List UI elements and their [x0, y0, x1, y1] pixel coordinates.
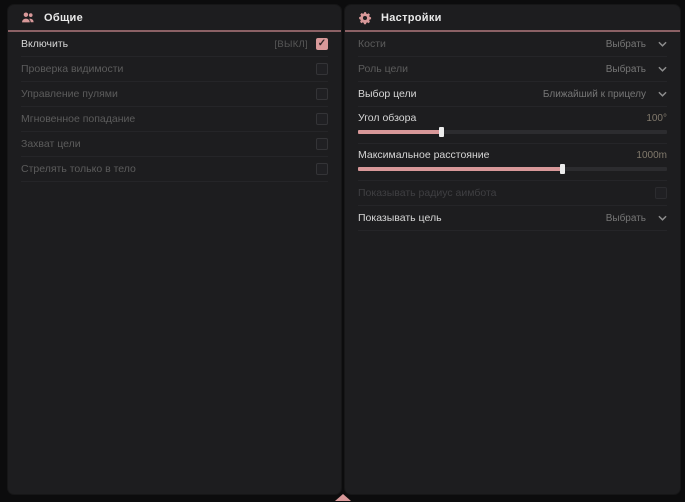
row-enable[interactable]: Включить [ВЫКЛ] ✓	[21, 32, 328, 57]
fov-label: Угол обзора	[358, 112, 416, 124]
bones-dropdown[interactable]: Выбрать	[606, 39, 667, 50]
target-selection-dropdown-value: Ближайший к прицелу	[543, 89, 646, 100]
enable-checkbox[interactable]: ✓	[316, 38, 328, 50]
max-distance-slider[interactable]	[358, 167, 667, 171]
row-enable-label: Включить	[21, 38, 68, 50]
panel-settings: Настройки Кости Выбрать Роль цели Выбрат…	[345, 5, 680, 494]
row-body-only-label: Стрелять только в тело	[21, 163, 136, 175]
chevron-down-icon	[658, 41, 667, 47]
row-target-role-label: Роль цели	[358, 63, 408, 75]
chevron-down-icon	[658, 215, 667, 221]
fov-slider-thumb[interactable]	[439, 127, 444, 137]
fov-slider-fill	[358, 130, 441, 134]
row-instant-hit-label: Мгновенное попадание	[21, 113, 135, 125]
body-only-checkbox[interactable]	[316, 163, 328, 175]
fov-slider-section: Угол обзора 100°	[358, 107, 667, 144]
row-show-radius-label: Показывать радиус аимбота	[358, 187, 497, 199]
target-lock-checkbox[interactable]	[316, 138, 328, 150]
keybind-hint: [ВЫКЛ]	[274, 39, 308, 50]
panel-settings-header: Настройки	[345, 5, 680, 30]
bullet-control-checkbox[interactable]	[316, 88, 328, 100]
target-role-dropdown[interactable]: Выбрать	[606, 64, 667, 75]
row-bullet-control[interactable]: Управление пулями	[21, 82, 328, 107]
row-show-radius[interactable]: Показывать радиус аимбота	[358, 181, 667, 206]
row-bones[interactable]: Кости Выбрать	[358, 32, 667, 57]
row-target-lock-label: Захват цели	[21, 138, 81, 150]
max-distance-label: Максимальное расстояние	[358, 149, 489, 161]
row-target-role[interactable]: Роль цели Выбрать	[358, 57, 667, 82]
row-bullet-control-label: Управление пулями	[21, 88, 118, 100]
chevron-down-icon	[658, 66, 667, 72]
chevron-down-icon	[658, 91, 667, 97]
bones-dropdown-value: Выбрать	[606, 39, 646, 50]
panel-general-title: Общие	[44, 12, 83, 24]
gear-icon	[358, 11, 372, 25]
mod-menu: Общие Включить [ВЫКЛ] ✓ Проверка видимос…	[0, 0, 685, 502]
row-visibility-check[interactable]: Проверка видимости	[21, 57, 328, 82]
row-show-target-label: Показывать цель	[358, 212, 442, 224]
row-instant-hit[interactable]: Мгновенное попадание	[21, 107, 328, 132]
users-icon	[21, 11, 35, 24]
row-body-only[interactable]: Стрелять только в тело	[21, 157, 328, 182]
fov-slider[interactable]	[358, 130, 667, 134]
fov-value: 100°	[646, 113, 667, 124]
max-distance-slider-thumb[interactable]	[560, 164, 565, 174]
row-target-lock[interactable]: Захват цели	[21, 132, 328, 157]
panel-settings-title: Настройки	[381, 12, 442, 24]
max-distance-slider-fill	[358, 167, 562, 171]
target-selection-dropdown[interactable]: Ближайший к прицелу	[543, 89, 667, 100]
instant-hit-checkbox[interactable]	[316, 113, 328, 125]
row-target-selection[interactable]: Выбор цели Ближайший к прицелу	[358, 82, 667, 107]
target-role-dropdown-value: Выбрать	[606, 64, 646, 75]
row-visibility-check-label: Проверка видимости	[21, 63, 123, 75]
panel-general: Общие Включить [ВЫКЛ] ✓ Проверка видимос…	[8, 5, 341, 494]
show-target-dropdown-value: Выбрать	[606, 213, 646, 224]
visibility-check-checkbox[interactable]	[316, 63, 328, 75]
max-distance-slider-section: Максимальное расстояние 1000m	[358, 144, 667, 181]
row-target-selection-label: Выбор цели	[358, 88, 417, 100]
max-distance-value: 1000m	[636, 150, 667, 161]
show-radius-checkbox[interactable]	[655, 187, 667, 199]
panel-general-header: Общие	[8, 5, 341, 30]
row-bones-label: Кости	[358, 38, 386, 50]
show-target-dropdown[interactable]: Выбрать	[606, 213, 667, 224]
scroll-up-arrow[interactable]	[335, 494, 351, 501]
row-show-target[interactable]: Показывать цель Выбрать	[358, 206, 667, 231]
